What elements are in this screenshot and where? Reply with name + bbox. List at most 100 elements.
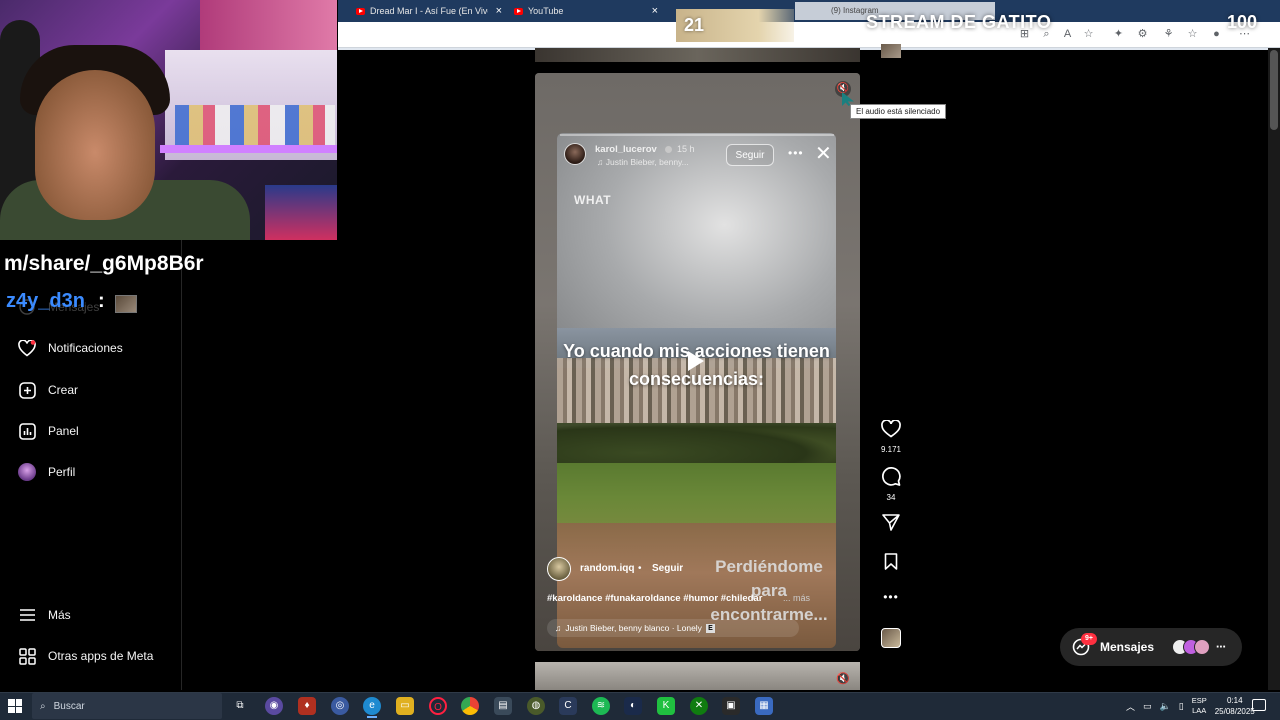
edge-icon[interactable]: e (363, 697, 381, 718)
windows-start-icon[interactable] (8, 699, 22, 713)
more-icon: ⋯ (1216, 641, 1227, 653)
reel-hashtags[interactable]: #karoldance #funakaroldance #humor #chil… (547, 593, 762, 604)
explicit-badge: E (705, 623, 715, 633)
apps-grid-icon (18, 647, 36, 665)
battery-icon[interactable]: ▯ (1179, 701, 1184, 712)
next-reel-muted-icon[interactable]: 🔇 (836, 672, 850, 685)
opera-icon[interactable]: O (429, 697, 447, 715)
sidebar-item-panel[interactable]: Panel (18, 422, 79, 440)
clock[interactable]: 0:14 25/08/2025 (1215, 695, 1255, 717)
chrome-icon[interactable] (461, 697, 479, 715)
chat-emote (115, 295, 137, 313)
favorite-star-icon[interactable]: ☆ (1082, 28, 1095, 41)
stream-title: STREAM DE GATITO (866, 12, 1052, 32)
profile-icon[interactable]: ● (1210, 28, 1223, 41)
copilot-icon[interactable]: ✦ (1112, 28, 1125, 41)
separator-dot: • (638, 563, 642, 574)
sidebar-item-otras-apps[interactable]: Otras apps de Meta (18, 647, 153, 665)
reel-author-avatar[interactable] (547, 557, 571, 581)
sidebar-item-label: Perfil (48, 465, 76, 479)
more-options-icon[interactable]: ••• (880, 590, 902, 604)
play-icon[interactable] (688, 351, 704, 371)
calculator-icon[interactable]: ▦ (755, 697, 773, 715)
steam-icon[interactable]: ◐ (624, 697, 642, 715)
favorites-icon[interactable]: ☆ (1186, 28, 1199, 41)
notification-center-icon[interactable] (1252, 699, 1266, 711)
plus-square-icon (18, 381, 36, 399)
heart-icon (881, 419, 901, 438)
network-icon[interactable]: ▭ (1143, 701, 1152, 712)
extensions-icon[interactable]: ⚙ (1136, 28, 1149, 41)
reel-author[interactable]: random.iqq (580, 563, 634, 574)
volume-icon[interactable]: 🔈 (1160, 701, 1171, 712)
chat-message-url: m/share/_g6Mp8B6r (4, 252, 204, 275)
comment-button[interactable]: 34 (880, 467, 902, 502)
tab-youtube[interactable]: YouTube × (508, 2, 664, 20)
story-music[interactable]: ♫ Justin Bieber, benny... (597, 157, 689, 167)
sidebar-item-crear[interactable]: Crear (18, 381, 78, 399)
like-button[interactable]: 9.171 (880, 419, 902, 454)
spotify-icon[interactable]: ≋ (592, 697, 610, 715)
app-icon-4[interactable]: ▤ (494, 697, 512, 715)
story-follow-button[interactable]: Seguir (726, 144, 774, 166)
comment-count: 34 (886, 493, 896, 502)
streamer-face (35, 70, 155, 220)
scrollbar-thumb[interactable] (1270, 50, 1278, 130)
share-button[interactable] (880, 514, 902, 536)
mute-tooltip: El audio está silenciado (850, 104, 947, 119)
tab-dread-mar[interactable]: Dread Mar I - Así Fue (En Vivo) - × (350, 2, 508, 20)
app-icon-2[interactable]: ♦ (298, 697, 316, 715)
wall-poster (200, 0, 337, 55)
taskbar-search[interactable]: ⌕ Buscar (32, 693, 222, 719)
profile-avatar (18, 463, 36, 481)
previous-reel-audio-thumb[interactable] (881, 44, 901, 58)
xbox-icon[interactable]: ✕ (690, 697, 708, 715)
youtube-icon (514, 7, 523, 15)
message-avatars (1172, 639, 1211, 655)
story-avatar[interactable] (564, 143, 586, 165)
search-placeholder: Buscar (53, 700, 85, 712)
reel-audio-track[interactable]: ♫ Justin Bieber, benny blanco · Lonely E (547, 619, 799, 637)
reel-follow-button[interactable]: Seguir (652, 563, 683, 574)
reel-more-link[interactable]: ... más (783, 593, 810, 603)
read-aloud-icon[interactable]: A (1061, 28, 1074, 41)
chat-username: z4y_d3n (6, 290, 85, 312)
previous-reel-preview[interactable] (535, 48, 860, 62)
like-count: 9.171 (880, 445, 902, 454)
kick-icon[interactable]: K (657, 697, 675, 715)
sidebar-item-notificaciones[interactable]: Notificaciones (18, 339, 123, 357)
sidebar-item-perfil[interactable]: Perfil (18, 463, 75, 481)
music-note-icon: ♫ (555, 623, 562, 633)
sidebar-item-label: Crear (48, 383, 79, 397)
chevron-up-icon[interactable]: ︿ (1126, 700, 1135, 713)
stream-counter-right: 100 (1227, 12, 1258, 32)
comment-icon (882, 467, 901, 486)
split-screen-icon[interactable]: ⚘ (1162, 28, 1175, 41)
figurines (175, 105, 335, 150)
search-icon: ⌕ (40, 700, 46, 712)
story-close-icon[interactable]: ✕ (815, 144, 832, 164)
app-icon-3[interactable]: ◎ (331, 697, 349, 715)
bookmark-icon (884, 553, 898, 570)
sidebar-item-label: Otras apps de Meta (48, 649, 154, 663)
story-username[interactable]: karol_lucerov (595, 144, 657, 155)
page-scrollbar[interactable] (1268, 48, 1280, 690)
task-view-icon[interactable]: ⧉ (231, 697, 249, 715)
language-indicator[interactable]: ESP LAA (1192, 696, 1207, 716)
chat-colon: : (98, 290, 105, 312)
menu-icon (18, 606, 36, 624)
app-icon-7[interactable]: ▣ (722, 697, 740, 715)
messages-badge: 9+ (1081, 633, 1097, 645)
app-icon-1[interactable]: ◉ (265, 697, 283, 715)
audio-thumbnail[interactable] (881, 628, 901, 648)
sidebar-item-mas[interactable]: Más (18, 606, 71, 624)
stream-counter-left: 21 (676, 9, 794, 42)
close-tab-icon[interactable]: × (652, 5, 658, 17)
story-more-icon[interactable]: ••• (788, 146, 804, 160)
app-icon-6[interactable]: C (559, 697, 577, 715)
app-icon-5[interactable]: ◍ (527, 697, 545, 715)
close-tab-icon[interactable]: × (496, 5, 502, 17)
next-reel-preview[interactable] (535, 662, 860, 690)
save-button[interactable] (880, 553, 902, 575)
file-explorer-icon[interactable]: ▭ (396, 697, 414, 715)
